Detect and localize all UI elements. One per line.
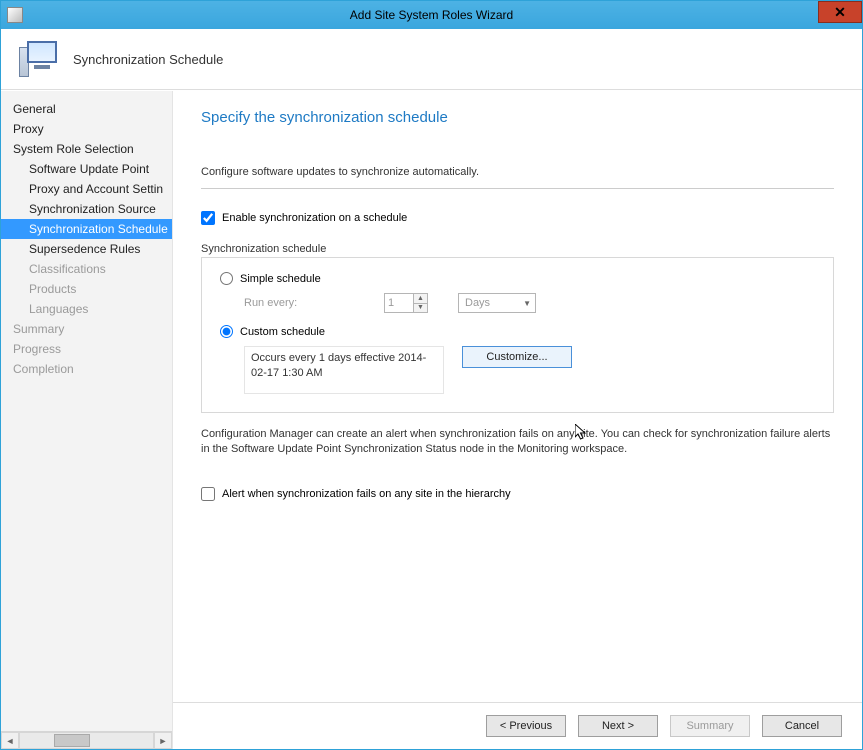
- schedule-group: Simple schedule Run every: ▲ ▼ Days: [201, 257, 834, 413]
- custom-schedule-label: Custom schedule: [240, 326, 325, 338]
- alert-label: Alert when synchronization fails on any …: [222, 488, 511, 500]
- nav-item-general[interactable]: General: [1, 99, 172, 119]
- sidebar-scrollbar[interactable]: ◄ ►: [1, 731, 172, 749]
- simple-schedule-label: Simple schedule: [240, 273, 321, 285]
- nav-item-completion[interactable]: Completion: [1, 359, 172, 379]
- chevron-down-icon: ▼: [523, 299, 531, 308]
- spinner-down-icon[interactable]: ▼: [414, 304, 427, 313]
- nav-list: GeneralProxySystem Role SelectionSoftwar…: [1, 99, 172, 731]
- custom-schedule-summary: Occurs every 1 days effective 2014-02-17…: [244, 346, 444, 394]
- custom-schedule-row: Custom schedule: [220, 325, 815, 338]
- schedule-group-label: Synchronization schedule: [201, 243, 834, 255]
- nav-item-summary[interactable]: Summary: [1, 319, 172, 339]
- summary-button[interactable]: Summary: [670, 715, 750, 737]
- nav-item-proxy[interactable]: Proxy: [1, 119, 172, 139]
- nav-item-system-role-selection[interactable]: System Role Selection: [1, 139, 172, 159]
- next-button[interactable]: Next >: [578, 715, 658, 737]
- run-every-spinner[interactable]: ▲ ▼: [384, 293, 428, 313]
- spinner-up-icon[interactable]: ▲: [414, 294, 427, 304]
- banner-page-name: Synchronization Schedule: [73, 52, 223, 67]
- enable-sync-label: Enable synchronization on a schedule: [222, 212, 407, 224]
- run-every-unit-select[interactable]: Days ▼: [458, 293, 536, 313]
- app-icon: [7, 7, 23, 23]
- run-every-label: Run every:: [244, 297, 384, 309]
- banner: Synchronization Schedule: [1, 29, 862, 90]
- custom-schedule-radio[interactable]: [220, 325, 233, 338]
- custom-schedule-block: Occurs every 1 days effective 2014-02-17…: [244, 346, 815, 394]
- sidebar: GeneralProxySystem Role SelectionSoftwar…: [1, 91, 173, 749]
- scroll-thumb[interactable]: [54, 734, 90, 747]
- scroll-left-arrow[interactable]: ◄: [1, 732, 19, 749]
- nav-item-proxy-and-account-settin[interactable]: Proxy and Account Settin: [1, 179, 172, 199]
- enable-sync-checkbox[interactable]: [201, 211, 215, 225]
- run-every-input[interactable]: [385, 294, 413, 312]
- scroll-track[interactable]: [19, 732, 154, 749]
- nav-item-synchronization-schedule[interactable]: Synchronization Schedule: [1, 219, 172, 239]
- divider: [201, 188, 834, 189]
- computer-icon: [19, 41, 59, 77]
- spinner-arrows[interactable]: ▲ ▼: [413, 294, 427, 312]
- close-icon: ✕: [834, 4, 846, 21]
- run-every-unit-value: Days: [465, 297, 490, 309]
- alert-row: Alert when synchronization fails on any …: [201, 487, 834, 501]
- alert-info-text: Configuration Manager can create an aler…: [201, 427, 834, 457]
- simple-schedule-radio[interactable]: [220, 272, 233, 285]
- description-text: Configure software updates to synchroniz…: [201, 166, 834, 178]
- scroll-right-arrow[interactable]: ►: [154, 732, 172, 749]
- previous-button[interactable]: < Previous: [486, 715, 566, 737]
- simple-schedule-row: Simple schedule: [220, 272, 815, 285]
- wizard-window: Add Site System Roles Wizard ✕ Synchroni…: [0, 0, 863, 750]
- nav-item-languages[interactable]: Languages: [1, 299, 172, 319]
- nav-item-classifications[interactable]: Classifications: [1, 259, 172, 279]
- main-content: Specify the synchronization schedule Con…: [173, 91, 862, 702]
- window-title: Add Site System Roles Wizard: [350, 8, 513, 22]
- cancel-button[interactable]: Cancel: [762, 715, 842, 737]
- page-title: Specify the synchronization schedule: [201, 109, 834, 126]
- body-area: GeneralProxySystem Role SelectionSoftwar…: [1, 90, 862, 749]
- enable-sync-row: Enable synchronization on a schedule: [201, 211, 834, 225]
- nav-item-products[interactable]: Products: [1, 279, 172, 299]
- alert-checkbox[interactable]: [201, 487, 215, 501]
- nav-item-supersedence-rules[interactable]: Supersedence Rules: [1, 239, 172, 259]
- close-button[interactable]: ✕: [818, 1, 862, 23]
- simple-schedule-controls: Run every: ▲ ▼ Days ▼: [244, 293, 815, 313]
- customize-button[interactable]: Customize...: [462, 346, 572, 368]
- titlebar: Add Site System Roles Wizard ✕: [1, 1, 862, 29]
- nav-item-software-update-point[interactable]: Software Update Point: [1, 159, 172, 179]
- main-panel: Specify the synchronization schedule Con…: [173, 91, 862, 749]
- nav-item-progress[interactable]: Progress: [1, 339, 172, 359]
- footer: < Previous Next > Summary Cancel: [173, 702, 862, 749]
- nav-item-synchronization-source[interactable]: Synchronization Source: [1, 199, 172, 219]
